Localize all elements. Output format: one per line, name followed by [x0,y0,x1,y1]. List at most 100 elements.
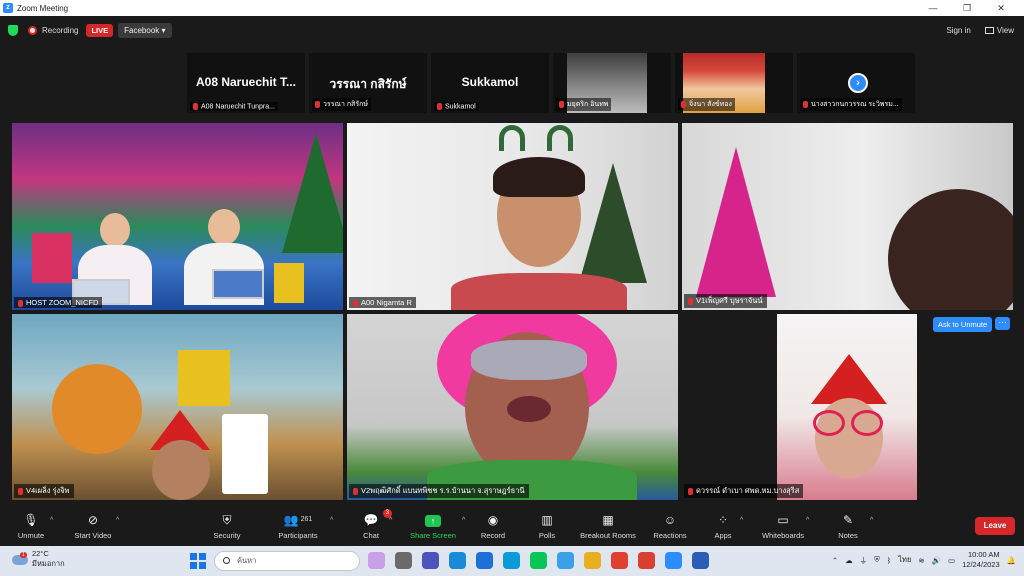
next-page-button[interactable]: › [848,73,868,93]
whiteboards-options-caret[interactable]: ^ [806,517,809,524]
tile-name-text: V4เผลิ่ง รุ่งจิพ [26,486,70,495]
participants-options-caret[interactable]: ^ [330,517,333,524]
participant-thumb[interactable]: Sukkamol Sukkamol [431,53,549,113]
person-head [888,189,1013,310]
weather-description: มีหมอกาก [32,559,65,568]
video-options-caret[interactable]: ^ [116,517,119,524]
muted-mic-icon [803,100,808,108]
minimize-button[interactable]: — [916,0,950,16]
apps-label: Apps [714,531,732,540]
store-icon[interactable] [449,552,466,569]
notes-label: Notes [838,531,858,540]
clock[interactable]: 10:00 AM 12/24/2023 [962,550,1000,570]
sign-in-link[interactable]: Sign in [946,26,970,35]
participant-thumb[interactable]: A08 Naruechit T... A08 Naruechit Tunpra.… [187,53,305,113]
tile-name-text: A00 Nigamta R [361,298,412,307]
recording-label: Recording [42,25,79,35]
wifi-icon[interactable]: ≋ [918,556,924,565]
participant-name: วรรณา กสิรักษ์ [312,98,371,111]
video-tile[interactable]: ดวรรณ์ ดำเบา ศพด.หม.บางสุริส [682,314,1013,500]
task-view-icon[interactable] [395,552,412,569]
weather-cloud-icon: 1 [12,551,28,565]
chrome-icon[interactable] [611,552,628,569]
chrome-profile-icon[interactable] [638,552,655,569]
video-tile[interactable]: HOST ZOOM_NICFD [12,123,343,310]
gift-box [178,350,230,406]
apps-options-caret[interactable]: ^ [740,517,743,524]
shield-icon: ⛨ [222,513,232,527]
mail-icon[interactable] [476,552,493,569]
apps-button[interactable]: ⁘ Apps [710,512,736,540]
input-language[interactable]: ไทย [898,554,911,566]
start-video-button[interactable]: ⊘ Start Video [70,512,116,540]
breakout-rooms-button[interactable]: ▦ Breakout Rooms [578,512,638,540]
participant-name: Sukkamol [434,101,479,111]
person-head [100,213,130,247]
participant-thumb[interactable]: มยุตริก อินทพ [553,53,671,113]
video-tile[interactable]: A00 Nigamta R [347,123,678,310]
view-button[interactable]: View [984,26,1014,35]
unmute-button[interactable]: 🎙 Unmute [14,512,48,540]
window-controls: — ❐ ✕ [916,0,1018,16]
video-tile[interactable]: V4เผลิ่ง รุ่งจิพ [12,314,343,500]
windows-start-icon[interactable] [190,553,206,569]
video-tile[interactable]: V1เพ็ญศรี บุษราจันน์ [682,123,1013,310]
stream-target-dropdown[interactable]: Facebook ▾ [118,22,172,38]
polls-button[interactable]: ▥ Polls [532,512,562,540]
record-label: Record [480,531,506,540]
audio-options-caret[interactable]: ^ [50,517,53,524]
live-badge[interactable]: LIVE [86,23,114,37]
record-button[interactable]: ◉ Record [476,512,510,540]
teams-icon[interactable] [422,552,439,569]
line-icon[interactable] [530,552,547,569]
polls-icon: ▥ [541,513,553,527]
share-screen-button[interactable]: ↑ Share Screen [406,512,460,540]
word-icon[interactable] [692,552,709,569]
christmas-tree [282,133,343,253]
volume-icon[interactable]: 🔊 [932,556,941,565]
copilot-icon[interactable] [368,552,385,569]
taskbar-search[interactable]: ค้นหา [214,551,360,571]
bluetooth-icon[interactable]: ᛒ [887,556,892,565]
video-tile[interactable]: V2พฤฒิศักดิ์ แบนทพิชช ร.ร.บ้านนา จ.สุราษ… [347,314,678,500]
whiteboards-button[interactable]: ▭ Whiteboards [758,512,808,540]
more-options-button[interactable]: ··· [995,317,1010,330]
notes-options-caret[interactable]: ^ [870,517,873,524]
antivirus-icon[interactable]: ⛨ [874,555,880,565]
weather-widget[interactable]: 1 22°C มีหมอกาก [12,549,65,570]
edge-beta-icon[interactable] [557,552,574,569]
edge-icon[interactable] [503,552,520,569]
onedrive-icon[interactable]: ☁ [845,556,853,565]
notes-button[interactable]: ✎ Notes [834,512,862,540]
leave-button[interactable]: Leave [975,517,1015,535]
participant-name: A08 Naruechit Tunpra... [190,101,278,111]
usb-icon[interactable]: ⏚ [860,555,868,566]
muted-mic-icon [315,100,320,108]
chat-icon: 💬 3 [356,509,392,528]
tile-name-text: V1เพ็ญศรี บุษราจันน์ [696,296,763,305]
share-options-caret[interactable]: ^ [462,517,465,524]
security-button[interactable]: ⛨ Security [208,512,246,540]
participants-button[interactable]: 👥 261 Participants [272,512,324,540]
person-head [152,440,210,500]
ask-to-unmute-button[interactable]: Ask to Unmute [933,317,993,332]
share-screen-icon: ↑ [406,512,460,528]
maximize-button[interactable]: ❐ [950,0,984,16]
close-button[interactable]: ✕ [984,0,1018,16]
participant-thumb[interactable]: วรรณา กสิรักษ์ วรรณา กสิรักษ์ [309,53,427,113]
battery-icon[interactable]: ▭ [948,556,955,565]
zoom-icon[interactable] [665,552,682,569]
chat-button[interactable]: 💬 3 Chat [356,509,392,540]
tray-overflow-icon[interactable]: ⌃ [832,556,838,565]
notifications-bell-icon[interactable]: 🔔 [1007,556,1016,565]
chat-options-caret[interactable]: ^ [389,517,392,524]
participant-thumb[interactable]: จิ่งนา สังข์ทอง [675,53,793,113]
file-explorer-icon[interactable] [584,552,601,569]
tile-name-text: V2พฤฒิศักดิ์ แบนทพิชช ร.ร.บ้านนา จ.สุราษ… [361,486,525,495]
tile-name-text: ดวรรณ์ ดำเบา ศพด.หม.บางสุริส [696,486,800,495]
reactions-button[interactable]: ☺ Reactions [652,512,688,540]
apps-icon: ⁘ [717,513,729,527]
security-shield-icon[interactable] [8,24,18,36]
search-icon [223,557,230,564]
start-video-label: Start Video [74,531,112,540]
